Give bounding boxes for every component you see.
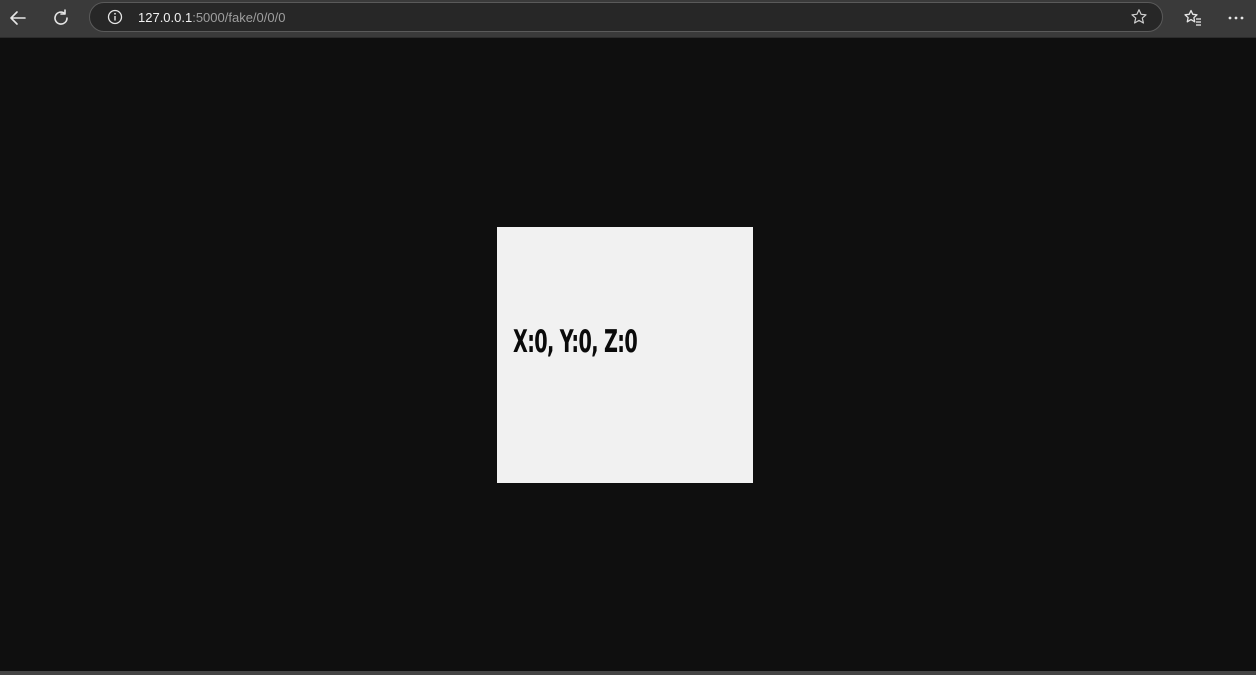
coordinates-label: X:0, Y:0, Z:0	[513, 324, 638, 360]
more-icon	[1226, 8, 1246, 28]
browser-toolbar: 127.0.0.1:5000/fake/0/0/0	[0, 0, 1256, 37]
coordinate-card: X:0, Y:0, Z:0	[497, 227, 753, 483]
window-bottom-edge	[0, 671, 1256, 675]
reload-button[interactable]	[46, 3, 76, 33]
favorites-button[interactable]	[1178, 3, 1208, 33]
star-icon[interactable]	[1130, 8, 1148, 26]
info-icon[interactable]	[107, 9, 123, 25]
more-button[interactable]	[1221, 3, 1251, 33]
back-arrow-icon	[8, 8, 28, 28]
favorites-icon	[1183, 8, 1203, 28]
address-bar[interactable]: 127.0.0.1:5000/fake/0/0/0	[89, 2, 1163, 32]
reload-icon	[51, 8, 71, 28]
url-path: :5000/fake/0/0/0	[192, 10, 286, 25]
url-host: 127.0.0.1	[138, 10, 193, 25]
back-button[interactable]	[3, 3, 33, 33]
url-text[interactable]: 127.0.0.1:5000/fake/0/0/0	[138, 9, 285, 26]
